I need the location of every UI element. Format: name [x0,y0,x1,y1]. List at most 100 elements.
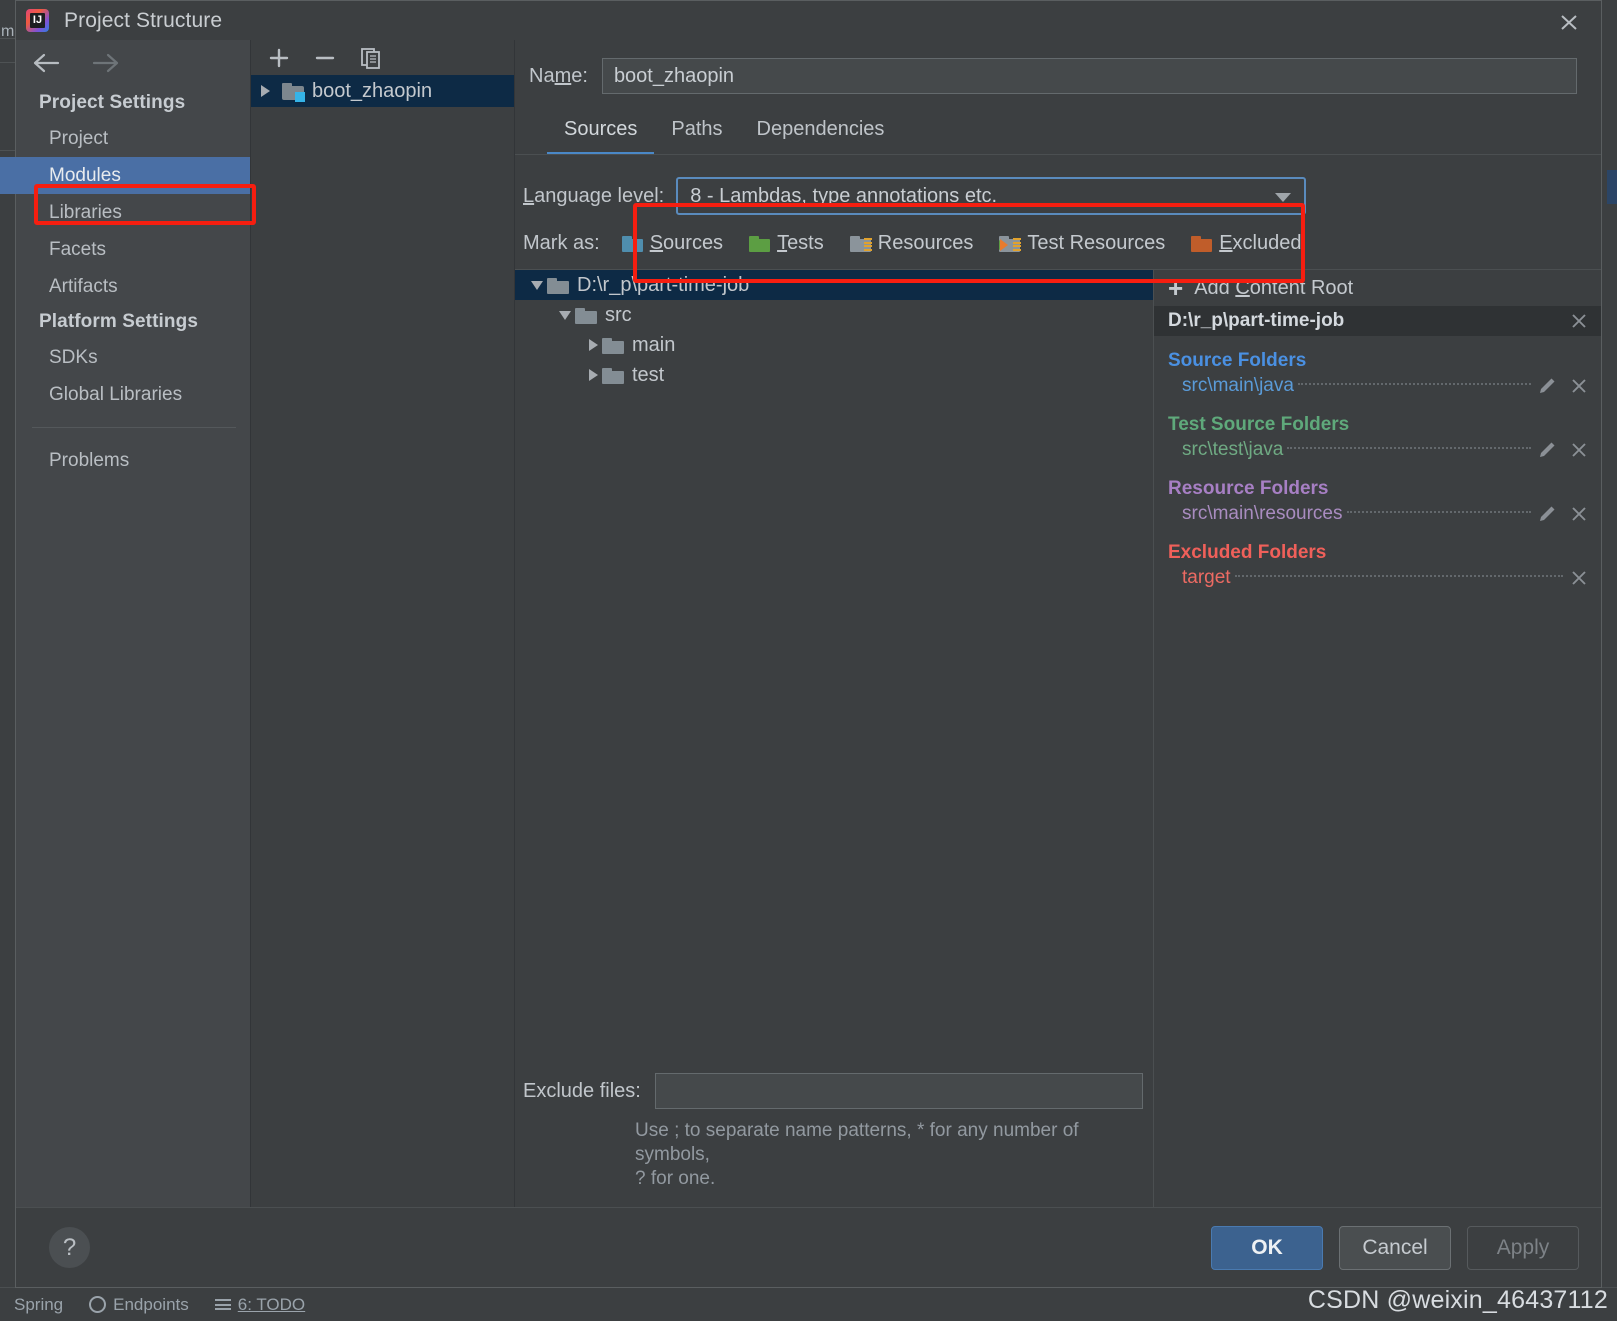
exclude-files-row: Exclude files: [515,1073,1153,1109]
chevron-down-icon[interactable] [531,280,543,290]
tabs-divider [515,154,1601,155]
folder-icon [547,277,569,294]
mark-as-sources-label: Sources [649,232,724,254]
close-icon[interactable] [1569,440,1589,460]
status-label: Endpoints [113,1294,189,1314]
ok-button[interactable]: OK [1211,1225,1323,1270]
exclude-files-label: Exclude files: [523,1079,641,1102]
mark-as-tests-button[interactable]: Tests [749,232,824,255]
chevron-right-icon[interactable] [589,369,598,381]
folder-excluded-icon [1191,235,1213,252]
module-list-pane: boot_zhaopin [251,40,515,1207]
copy-icon[interactable] [359,46,383,70]
tree-item-label: test [632,363,665,386]
tree-item-label: src [605,303,632,326]
plus-icon: + [1168,273,1184,303]
mark-as-excluded-button[interactable]: Excluded [1191,232,1301,255]
module-editor-pane: Name: Sources Paths Dependencies Languag… [515,40,1601,1207]
exclude-files-area: Exclude files: Use ; to separate name pa… [515,1073,1153,1207]
tree-row-main[interactable]: main [515,330,1153,360]
tree-row-src[interactable]: src [515,300,1153,330]
sidebar-item-global-libraries[interactable]: Global Libraries [16,376,250,413]
cancel-button[interactable]: Cancel [1339,1225,1451,1270]
name-label: Name: [529,64,588,87]
content-root-header: D:\r_p\part-time-job [1154,306,1601,336]
nav-divider [32,427,236,428]
content-root-entry[interactable]: src\test\java [1154,436,1601,464]
module-name-input[interactable] [601,58,1577,94]
content-root-path: D:\r_p\part-time-job [1168,310,1345,331]
folder-icon [575,307,597,324]
arrow-left-icon[interactable] [32,52,62,74]
plus-icon[interactable] [267,46,291,70]
chevron-down-icon[interactable] [1275,193,1292,202]
content-root-group-test-source: Test Source Folders src\test\java [1154,414,1601,464]
intellij-idea-icon: IJ [25,8,50,33]
module-list-item[interactable]: boot_zhaopin [251,75,514,107]
content-root-entry[interactable]: target [1154,564,1601,592]
chevron-right-icon[interactable] [589,339,598,351]
minus-icon[interactable] [313,46,337,70]
tree-row-content-root[interactable]: D:\r_p\part-time-job [515,270,1153,300]
footer-buttons: OK Cancel Apply [1211,1225,1579,1270]
mark-as-resources-button[interactable]: Resources [849,232,974,255]
ide-right-notch [1607,170,1617,204]
mark-as-sources-button[interactable]: Sources [621,232,724,255]
language-level-combo[interactable]: 8 - Lambdas, type annotations etc. [676,177,1307,215]
module-name: boot_zhaopin [312,79,433,102]
pencil-icon[interactable] [1537,376,1557,396]
folder-icon [602,367,624,384]
content-root-entry[interactable]: src\main\java [1154,372,1601,400]
exclude-hint-line-1: Use ; to separate name patterns, * for a… [635,1120,1079,1165]
close-icon[interactable] [1569,376,1589,396]
dialog-footer: ? OK Cancel Apply [16,1207,1601,1287]
add-content-root-button[interactable]: + Add Content Root [1154,270,1601,306]
sidebar-item-libraries[interactable]: Libraries [16,194,250,231]
mark-as-excluded-label: Excluded [1219,232,1302,254]
sidebar-item-facets[interactable]: Facets [16,231,250,268]
status-item-spring[interactable]: Spring [14,1295,63,1315]
content-root-group-source: Source Folders src\main\java [1154,350,1601,400]
nav-history-controls [16,40,250,86]
mark-as-tests-label: Tests [777,232,824,254]
chevron-right-icon[interactable] [261,85,270,97]
tree-item-label: main [632,333,676,356]
folder-sources-icon [621,235,643,252]
close-icon[interactable] [1569,311,1589,331]
close-icon[interactable] [1555,10,1583,34]
tab-dependencies[interactable]: Dependencies [740,112,902,155]
close-icon[interactable] [1569,568,1589,588]
chevron-down-icon[interactable] [559,310,571,320]
sidebar-item-project[interactable]: Project [16,120,250,157]
folder-icon [602,337,624,354]
entry-dots [1297,382,1531,385]
sidebar-item-modules[interactable]: Modules [0,157,250,194]
mark-as-test-resources-button[interactable]: Test Resources [999,232,1165,255]
sidebar-item-sdks[interactable]: SDKs [16,339,250,376]
dialog-title-bar: IJ Project Structure [16,1,1601,40]
entry-dots [1287,446,1531,449]
sidebar-item-artifacts[interactable]: Artifacts [16,268,250,305]
sources-split-pane: D:\r_p\part-time-job src main test Exclu… [515,269,1601,1207]
exclude-files-hint: Use ; to separate name patterns, * for a… [515,1119,1153,1191]
list-icon [214,1297,231,1313]
exclude-files-input[interactable] [654,1073,1143,1109]
tab-paths[interactable]: Paths [654,112,739,155]
status-label: 6: TODO [237,1294,306,1314]
question-mark-icon[interactable]: ? [49,1227,90,1268]
status-item-todo[interactable]: 6: TODO [214,1294,306,1315]
status-item-endpoints[interactable]: Endpoints [89,1295,189,1315]
mark-as-resources-label: Resources [877,232,974,254]
language-level-row: Language level: 8 - Lambdas, type annota… [515,155,1601,215]
pencil-icon[interactable] [1537,504,1557,524]
folder-tests-icon [749,235,771,252]
sidebar-item-problems[interactable]: Problems [16,442,250,479]
group-title-excluded-folders: Excluded Folders [1168,542,1327,563]
folder-test-resources-icon [999,235,1022,252]
arrow-right-icon[interactable] [90,52,120,74]
pencil-icon[interactable] [1537,440,1557,460]
close-icon[interactable] [1569,504,1589,524]
tree-row-test[interactable]: test [515,360,1153,390]
content-root-entry[interactable]: src\main\resources [1154,500,1601,528]
tab-sources[interactable]: Sources [547,112,655,155]
